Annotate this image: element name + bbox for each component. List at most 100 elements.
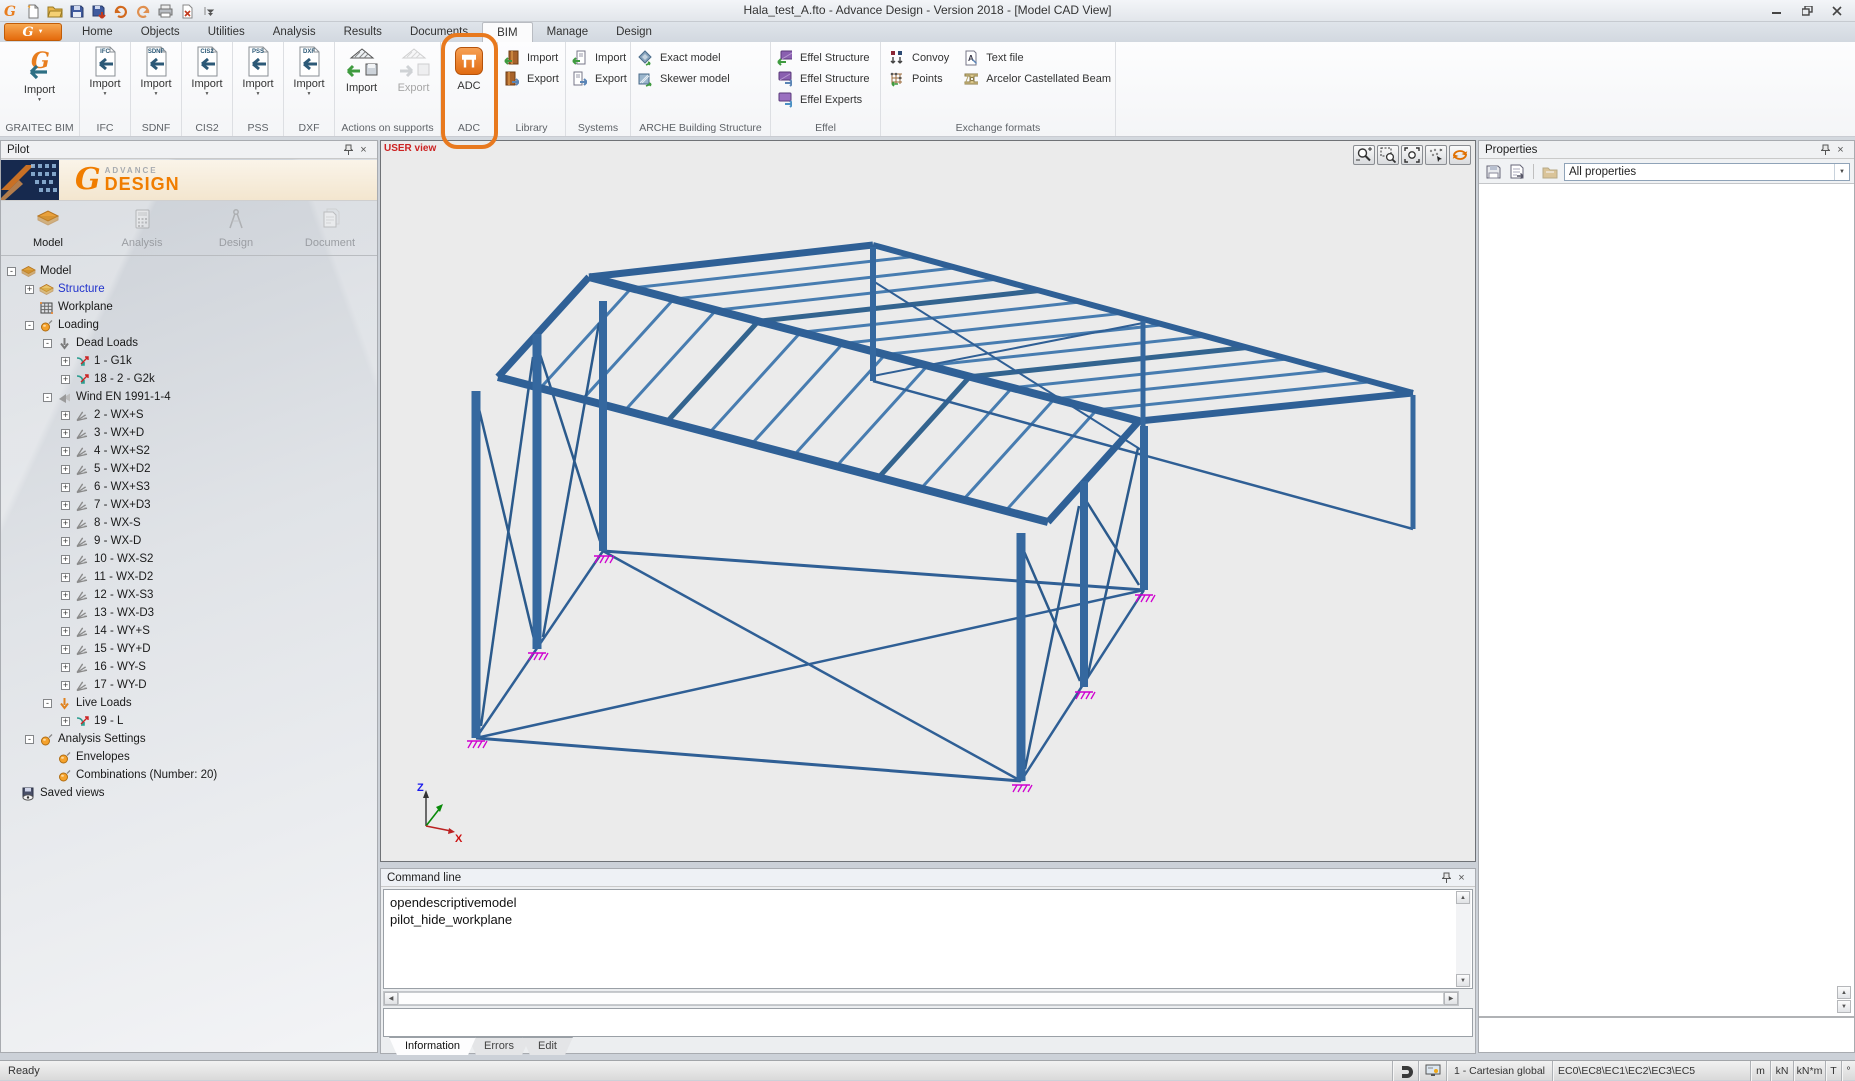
scroll-down-icon[interactable]: ▼	[1456, 974, 1470, 987]
scroll-right-icon[interactable]: ▶	[1444, 992, 1458, 1005]
tree-item[interactable]: +5 - WX+D2	[1, 460, 377, 478]
tab-design[interactable]: Design	[602, 22, 666, 42]
expand-toggle[interactable]: +	[61, 537, 70, 546]
mode-analysis[interactable]: Analysis	[95, 201, 189, 255]
tree-item[interactable]: +16 - WY-S	[1, 658, 377, 676]
expand-toggle[interactable]: +	[61, 375, 70, 384]
skewer-model-button[interactable]: Skewer model	[637, 68, 764, 89]
tree-item[interactable]: +7 - WX+D3	[1, 496, 377, 514]
expand-toggle[interactable]: +	[61, 555, 70, 564]
tab-manage[interactable]: Manage	[533, 22, 603, 42]
expand-toggle[interactable]: +	[61, 681, 70, 690]
undo-button[interactable]	[112, 3, 130, 20]
unit-length-cell[interactable]: m	[1750, 1061, 1770, 1081]
dxf-import-button[interactable]: DXF Import ▼	[286, 45, 332, 121]
expand-toggle[interactable]: -	[25, 321, 34, 330]
points-button[interactable]: Points	[889, 68, 949, 89]
expand-toggle[interactable]: -	[43, 393, 52, 402]
close-icon[interactable]: ×	[1833, 143, 1848, 157]
tree-item[interactable]: +12 - WX-S3	[1, 586, 377, 604]
tree-item[interactable]: +11 - WX-D2	[1, 568, 377, 586]
snap-toggle[interactable]	[1392, 1061, 1418, 1081]
tree-item[interactable]: -Live Loads	[1, 694, 377, 712]
tab-information[interactable]: Information	[389, 1037, 476, 1055]
tree-item[interactable]: -Wind EN 1991-1-4	[1, 388, 377, 406]
scroll-down-icon[interactable]: ▼	[1837, 1000, 1851, 1013]
tab-analysis[interactable]: Analysis	[259, 22, 330, 42]
save-properties-icon[interactable]	[1483, 162, 1503, 181]
tree-item[interactable]: +2 - WX+S	[1, 406, 377, 424]
tree-item[interactable]: +17 - WY-D	[1, 676, 377, 694]
arcelor-castellated-beam-button[interactable]: Arcelor Castellated Beam	[963, 68, 1111, 89]
expand-toggle[interactable]: +	[61, 357, 70, 366]
new-document-button[interactable]	[24, 3, 42, 20]
unit-moment-cell[interactable]: kN*m	[1793, 1061, 1825, 1081]
filter-icon[interactable]	[1540, 162, 1560, 181]
close-document-button[interactable]	[178, 3, 196, 20]
model-3d-view[interactable]: ZX	[381, 141, 1475, 861]
tree-item[interactable]: +3 - WX+D	[1, 424, 377, 442]
tree-item[interactable]: -Dead Loads	[1, 334, 377, 352]
coordinate-system-cell[interactable]: 1 - Cartesian global	[1446, 1061, 1552, 1081]
application-menu-button[interactable]: G▼	[4, 23, 62, 41]
expand-toggle[interactable]: -	[43, 699, 52, 708]
tree-item[interactable]: +9 - WX-D	[1, 532, 377, 550]
workplane-indicator-icon[interactable]	[1418, 1061, 1446, 1081]
graitec-bim-import-button[interactable]: G Import ▼	[17, 45, 63, 121]
expand-toggle[interactable]: -	[7, 267, 16, 276]
expand-toggle[interactable]: +	[61, 573, 70, 582]
tree-item[interactable]: -Analysis Settings	[1, 730, 377, 748]
tab-results[interactable]: Results	[330, 22, 396, 42]
mode-design[interactable]: Design	[189, 201, 283, 255]
tree-item[interactable]: +10 - WX-S2	[1, 550, 377, 568]
expand-toggle[interactable]: +	[61, 411, 70, 420]
tree-item[interactable]: +4 - WX+S2	[1, 442, 377, 460]
tree-item[interactable]: Saved views	[1, 784, 377, 802]
report-icon[interactable]	[1507, 162, 1527, 181]
expand-toggle[interactable]: +	[61, 465, 70, 474]
expand-toggle[interactable]: +	[61, 501, 70, 510]
pin-icon[interactable]	[341, 143, 356, 157]
tree-item[interactable]: +1 - G1k	[1, 352, 377, 370]
tree-item[interactable]: +8 - WX-S	[1, 514, 377, 532]
effel-structure-import-button[interactable]: Effel Structure	[777, 47, 874, 68]
expand-toggle[interactable]: +	[61, 519, 70, 528]
properties-body[interactable]	[1479, 184, 1854, 1016]
tree-item[interactable]: Combinations (Number: 20)	[1, 766, 377, 784]
mode-model[interactable]: Model	[1, 201, 95, 255]
minimize-button[interactable]	[1763, 2, 1791, 19]
exact-model-button[interactable]: Exact model	[637, 47, 764, 68]
tree-item[interactable]: -Model	[1, 262, 377, 280]
tree-item[interactable]: Envelopes	[1, 748, 377, 766]
unit-mass-cell[interactable]: T	[1825, 1061, 1841, 1081]
tab-documents[interactable]: Documents	[396, 22, 482, 42]
effel-structure-export-button[interactable]: Effel Structure	[777, 68, 874, 89]
cis2-import-button[interactable]: CIS2 Import ▼	[184, 45, 230, 121]
save-all-button[interactable]	[90, 3, 108, 20]
tab-home[interactable]: Home	[68, 22, 127, 42]
save-button[interactable]	[68, 3, 86, 20]
expand-toggle[interactable]: +	[61, 645, 70, 654]
pin-icon[interactable]	[1439, 871, 1454, 885]
expand-toggle[interactable]: +	[61, 429, 70, 438]
command-input[interactable]	[383, 1008, 1473, 1037]
tree-item[interactable]: +6 - WX+S3	[1, 478, 377, 496]
command-history[interactable]: opendescriptivemodel pilot_hide_workplan…	[383, 889, 1473, 989]
convoy-button[interactable]: Convoy	[889, 47, 949, 68]
mode-document[interactable]: Document	[283, 201, 377, 255]
tree-item[interactable]: +19 - L	[1, 712, 377, 730]
scroll-up-icon[interactable]: ▲	[1837, 986, 1851, 999]
cad-viewport[interactable]: USER view ZX	[380, 140, 1476, 862]
scrollbar-thumb[interactable]	[398, 992, 1444, 1005]
ifc-import-button[interactable]: IFC Import ▼	[82, 45, 128, 121]
supports-import-button[interactable]: Import	[339, 45, 385, 121]
close-button[interactable]	[1823, 2, 1851, 19]
sdnf-import-button[interactable]: SDNF Import ▼	[133, 45, 179, 121]
restore-button[interactable]	[1793, 2, 1821, 19]
library-import-button[interactable]: Import	[504, 47, 559, 68]
expand-toggle[interactable]: +	[61, 591, 70, 600]
text-file-button[interactable]: A Text file	[963, 47, 1111, 68]
tree-item[interactable]: +15 - WY+D	[1, 640, 377, 658]
design-codes-cell[interactable]: EC0\EC8\EC1\EC2\EC3\EC5	[1552, 1061, 1750, 1081]
expand-toggle[interactable]: -	[25, 735, 34, 744]
